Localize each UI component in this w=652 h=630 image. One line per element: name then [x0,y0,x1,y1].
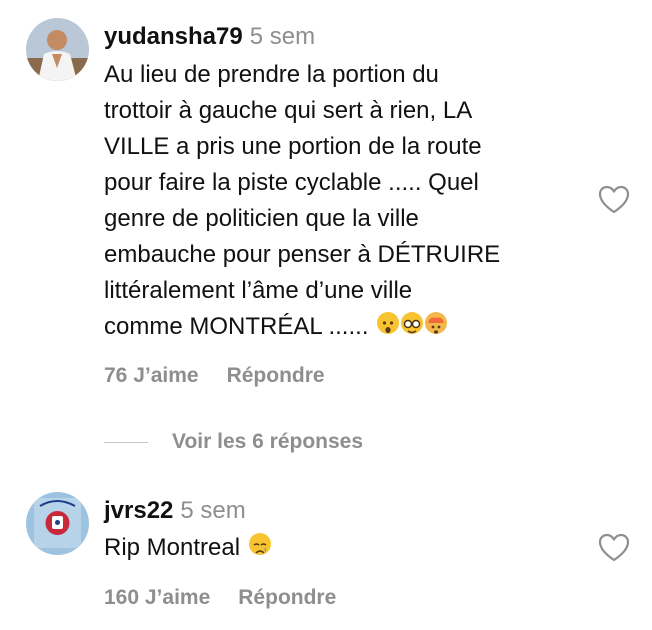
comment-text-body: Rip Montreal [104,534,241,561]
comment-header: jvrs22 5 sem [104,496,246,526]
likes-count[interactable]: 160 J’aime [104,586,210,610]
astonished-face-emoji [377,312,400,334]
username[interactable]: jvrs22 [104,497,173,524]
comment-actions: 160 J’aime Répondre [104,586,336,610]
likes-count[interactable]: 76 J’aime [104,364,199,388]
comment-text: Rip Montreal [104,530,574,566]
crying-face-emoji [248,533,271,555]
avatar-jvrs22[interactable] [26,492,89,555]
avatar-yudansha79[interactable] [26,18,89,81]
comment-text-body: Au lieu de prendre la portion du trottoi… [104,61,501,340]
comment-time: 5 sem [180,497,246,524]
nerd-face-emoji [401,312,424,334]
reply-button[interactable]: Répondre [238,586,336,610]
view-replies-button[interactable]: Voir les 6 réponses [104,430,363,460]
comment-header: yudansha79 5 sem [104,22,315,52]
comment-text: Au lieu de prendre la portion du trottoi… [104,57,574,345]
username[interactable]: yudansha79 [104,23,243,50]
replies-divider [104,441,148,443]
comment-actions: 76 J’aime Répondre [104,364,325,388]
like-heart-icon[interactable] [598,533,630,563]
reply-button[interactable]: Répondre [227,364,325,388]
view-replies-label: Voir les 6 réponses [172,430,364,453]
like-heart-icon[interactable] [598,185,630,215]
comment-time: 5 sem [249,23,316,50]
exploding-head-emoji [425,312,448,334]
